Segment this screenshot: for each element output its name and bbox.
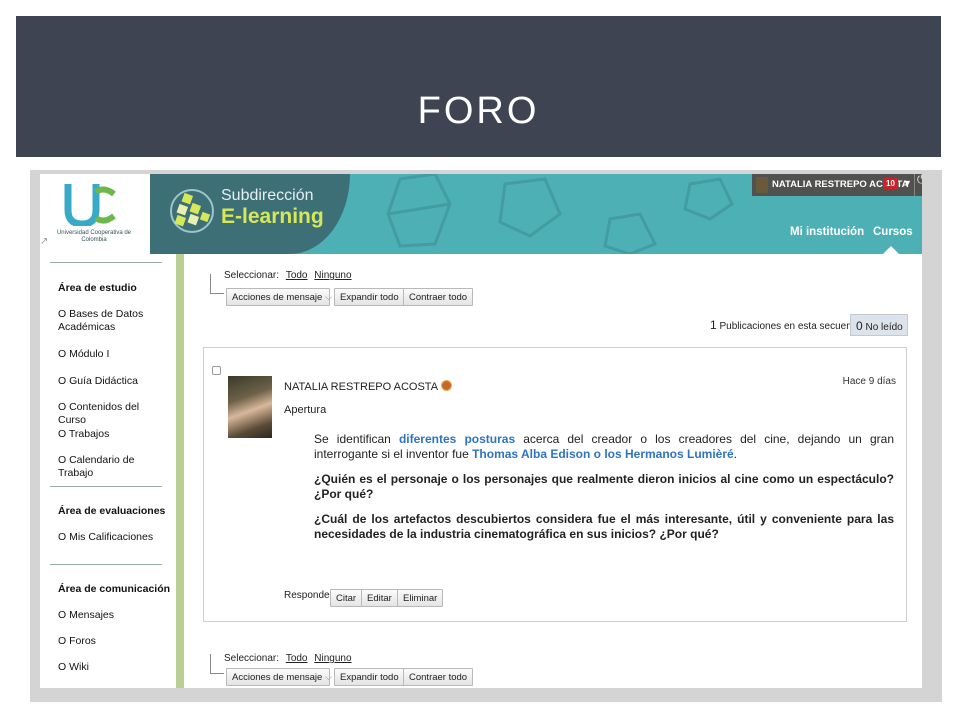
slide-title: FORO (417, 90, 540, 132)
thread-count-number: 1 (710, 318, 717, 332)
unread-count-label: No leído (865, 322, 903, 333)
message-actions-label: Acciones de mensaje (232, 672, 323, 683)
sidebar-section-title: Área de evaluaciones (58, 505, 166, 517)
message-actions-button[interactable]: Acciones de mensaje ⌵ (226, 288, 333, 306)
unread-count[interactable]: 0 No leído (850, 314, 908, 336)
sidebar-section-title: Área de comunicación (58, 583, 171, 595)
sidebar-item-calendario[interactable]: O Calendario de Trabajo (58, 454, 168, 480)
thread-count: 1 Publicaciones en esta secuencia (710, 318, 865, 332)
quote-button[interactable]: Citar (330, 589, 363, 607)
post-author: NATALIA RESTREPO ACOSTA (284, 380, 453, 393)
reply-link[interactable]: Responder (284, 590, 333, 601)
sidebar-edge (176, 254, 184, 688)
university-name: Universidad Cooperativa de Colombia (56, 230, 132, 243)
expand-all-button[interactable]: Expandir todo (334, 288, 405, 306)
screenshot-frame: Universidad Cooperativa de Colombia ↗ Su… (30, 170, 942, 702)
arrow-icon (210, 654, 224, 674)
unread-count-number: 0 (856, 319, 863, 333)
notification-count-badge[interactable]: 10 (883, 178, 898, 189)
forum-main: Seleccionar: Todo Ninguno Acciones de me… (184, 254, 922, 688)
select-label: Seleccionar: (224, 653, 280, 664)
thread-count-label: Publicaciones en esta secuencia (719, 321, 865, 332)
power-icon[interactable]: ⏻ (914, 174, 922, 196)
post-body: Se identifican diferentes posturas acerc… (314, 432, 894, 552)
select-none-link[interactable]: Ninguno (314, 270, 351, 281)
sidebar-section-title: Área de estudio (58, 282, 137, 294)
author-avatar (228, 376, 272, 438)
edit-button[interactable]: Editar (361, 589, 398, 607)
post-timestamp: Hace 9 días (842, 376, 896, 387)
badge-icon (441, 380, 453, 391)
divider (50, 262, 162, 263)
collapse-all-button[interactable]: Contraer todo (403, 288, 474, 306)
highlight-text: Thomas Alba Edison o los Hermanos Lumièr… (472, 447, 734, 461)
post-checkbox[interactable] (212, 366, 221, 375)
post-paragraph: Se identifican diferentes posturas acerc… (314, 432, 894, 462)
user-bar[interactable]: NATALIA RESTREPO ACOSTA 10 ▼ ⏻ (752, 174, 922, 196)
decorative-cubes-graphic (386, 174, 734, 254)
brand-subtitle: Subdirección (221, 187, 314, 204)
divider (50, 564, 162, 565)
sidebar: Área de estudio O Bases de Datos Académi… (40, 254, 176, 688)
sidebar-item-bases-de-datos[interactable]: O Bases de Datos Académicas (58, 308, 168, 334)
expand-all-button[interactable]: Expandir todo (334, 668, 405, 686)
sidebar-item-wiki[interactable]: O Wiki (58, 661, 168, 674)
sidebar-item-guia[interactable]: O Guía Didáctica (58, 375, 168, 388)
sidebar-item-contenidos[interactable]: O Contenidos del Curso (58, 401, 168, 427)
sidebar-item-foros[interactable]: O Foros (58, 635, 168, 648)
post-author-name: NATALIA RESTREPO ACOSTA (284, 381, 439, 393)
divider (50, 486, 162, 487)
brand-title: E-learning (221, 205, 324, 228)
select-row: Seleccionar: Todo Ninguno (224, 270, 352, 281)
delete-button[interactable]: Eliminar (397, 589, 444, 607)
select-all-link[interactable]: Todo (286, 270, 308, 281)
select-label: Seleccionar: (224, 270, 280, 281)
lms-screen: Universidad Cooperativa de Colombia ↗ Su… (40, 174, 922, 688)
active-tab-indicator (883, 246, 899, 254)
post-subject: Apertura (284, 404, 327, 416)
select-all-link[interactable]: Todo (286, 653, 308, 664)
message-actions-label: Acciones de mensaje (232, 292, 323, 303)
elearning-cubes-icon (170, 189, 214, 233)
pin-icon[interactable]: ↗ (40, 236, 48, 247)
collapse-all-button[interactable]: Contraer todo (403, 668, 474, 686)
sidebar-item-calificaciones[interactable]: O Mis Calificaciones (58, 531, 168, 544)
slide-title-band: FORO (16, 16, 941, 157)
arrow-icon (210, 274, 224, 294)
text-span: Se identifican (314, 432, 399, 446)
chevron-down-icon: ⌵ (324, 672, 333, 683)
header: Universidad Cooperativa de Colombia ↗ Su… (40, 174, 922, 254)
nav-mi-institucion[interactable]: Mi institución (790, 226, 864, 238)
sidebar-item-modulo[interactable]: O Módulo I (58, 348, 168, 361)
highlight-text: diferentes posturas (398, 432, 516, 446)
sidebar-item-trabajos[interactable]: O Trabajos (58, 428, 168, 441)
chevron-down-icon: ⌵ (324, 292, 333, 303)
question-1: ¿Quién es el personaje o los personajes … (314, 472, 894, 501)
chevron-down-icon[interactable]: ▼ (903, 178, 912, 188)
sidebar-item-mensajes[interactable]: O Mensajes (58, 609, 168, 622)
select-none-link[interactable]: Ninguno (314, 653, 351, 664)
text-span: . (733, 447, 738, 461)
question-2: ¿Cuál de los artefactos descubiertos con… (314, 512, 894, 541)
user-avatar (756, 177, 768, 193)
select-row-bottom: Seleccionar: Todo Ninguno (224, 653, 352, 664)
nav-cursos[interactable]: Cursos (873, 226, 913, 238)
forum-post: NATALIA RESTREPO ACOSTA Apertura Hace 9 … (203, 347, 907, 622)
uc-logo-icon (64, 184, 116, 226)
university-logo-area: Universidad Cooperativa de Colombia ↗ (40, 174, 150, 254)
message-actions-button[interactable]: Acciones de mensaje ⌵ (226, 668, 333, 686)
